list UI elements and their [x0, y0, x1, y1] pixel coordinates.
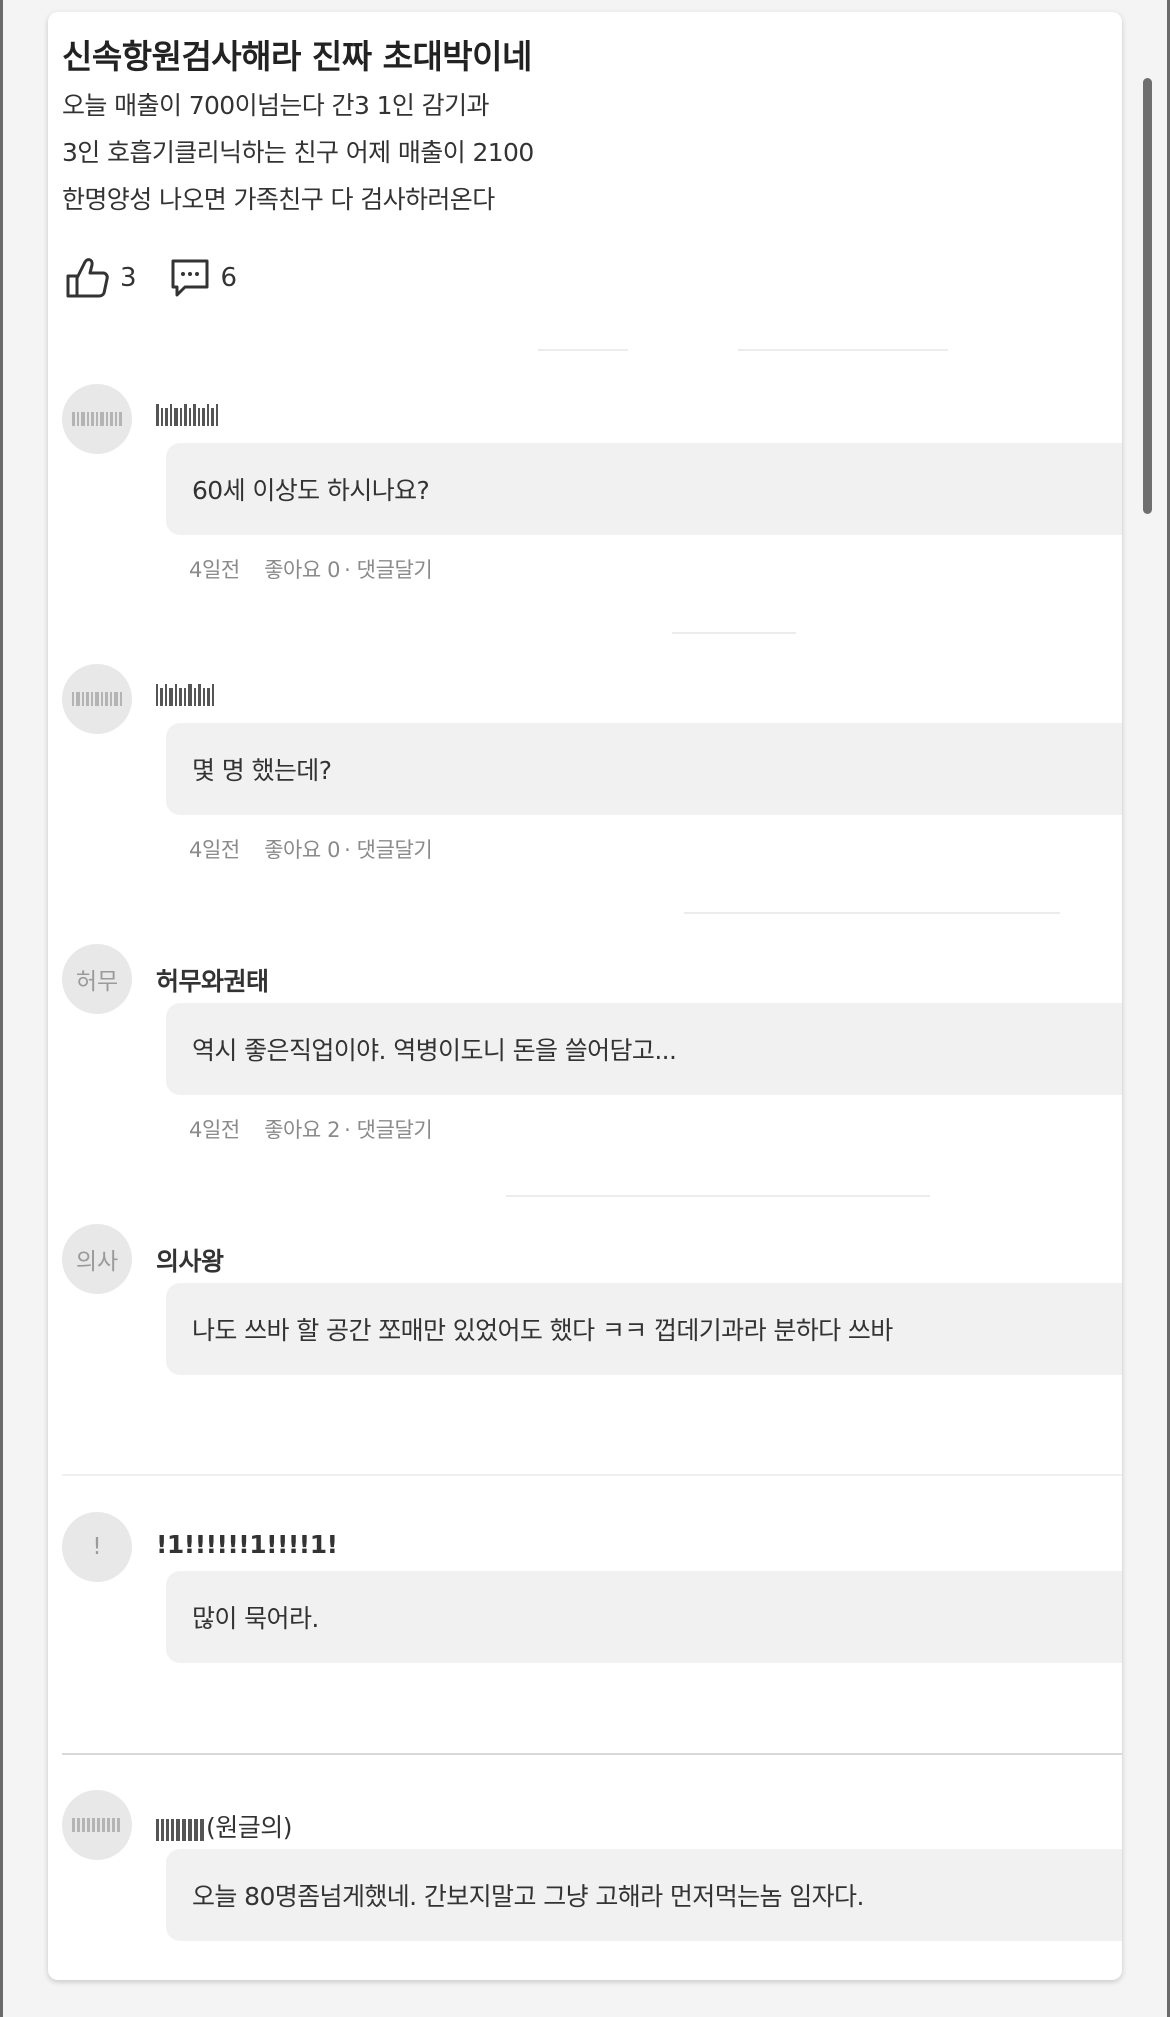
comment-text: 나도 쓰바 할 공간 쪼매만 있었어도 했다 ㅋㅋ 껍데기과라 분하다 쓰바: [166, 1283, 1122, 1375]
avatar[interactable]: 허무: [62, 944, 132, 1014]
comment-like-button[interactable]: 좋아요 2: [264, 1118, 340, 1142]
faint-line: [506, 1195, 930, 1197]
comment-time: 4일전: [189, 1118, 240, 1142]
post-body-line: 한명양성 나오면 가족친구 다 검사하러온다: [62, 185, 495, 214]
comment-text: 60세 이상도 하시나요?: [166, 443, 1122, 535]
avatar[interactable]: [62, 664, 132, 734]
post-body-line: 3인 호흡기클리닉하는 친구 어제 매출이 2100: [62, 138, 534, 167]
comment-time: 4일전: [189, 838, 240, 862]
post-body-line: 오늘 매출이 700이넘는다 간3 1인 감기과: [62, 91, 489, 120]
censored-name-icon: [156, 684, 214, 706]
comment-item: ! !1!!!!!!1!!!!1! 많이 묵어라.: [62, 1512, 1122, 1682]
username[interactable]: [156, 402, 218, 432]
faint-line: [62, 1474, 1122, 1476]
post-title: 신속항원검사해라 진짜 초대박이네: [62, 37, 532, 76]
like-button[interactable]: 3: [64, 256, 137, 300]
comment-button[interactable]: 6: [169, 257, 238, 299]
scrollbar-thumb[interactable]: [1143, 78, 1152, 514]
reply-button[interactable]: 댓글달기: [357, 558, 433, 582]
thumbs-up-icon: [64, 256, 110, 300]
avatar[interactable]: [62, 384, 132, 454]
faint-line: [538, 349, 628, 351]
username[interactable]: (원글의): [156, 1808, 293, 1844]
faint-line: [684, 912, 958, 914]
comment-item: (원글의) 오늘 80명좀넘게했네. 간보지말고 그냥 고해라 먼저먹는놈 임자…: [62, 1790, 1122, 1960]
censored-name-icon: [72, 412, 122, 426]
comment-meta: 4일전 좋아요 0 · 댓글달기: [189, 558, 433, 582]
comment-text: 몇 명 했는데?: [166, 723, 1122, 815]
comment-text: 역시 좋은직업이야. 역병이도니 돈을 쓸어담고...: [166, 1003, 1122, 1095]
comment-text: 오늘 80명좀넘게했네. 간보지말고 그냥 고해라 먼저먹는놈 임자다.: [166, 1849, 1122, 1941]
faint-line: [940, 912, 1060, 914]
speech-bubble-icon: [169, 257, 211, 299]
comment-text: 많이 묵어라.: [166, 1571, 1122, 1663]
comment-like-button[interactable]: 좋아요 0: [264, 558, 340, 582]
avatar[interactable]: 의사: [62, 1224, 132, 1294]
comment-count: 6: [220, 263, 238, 293]
post-reactions: 3 6: [64, 256, 259, 300]
censored-name-icon: [156, 1819, 204, 1841]
like-count: 3: [120, 263, 137, 293]
censored-name-icon: [72, 1818, 120, 1832]
avatar[interactable]: !: [62, 1512, 132, 1582]
post-body: 오늘 매출이 700이넘는다 간3 1인 감기과 3인 호흡기클리닉하는 친구 …: [62, 82, 534, 223]
comment-like-button[interactable]: 좋아요 0: [264, 838, 340, 862]
censored-name-icon: [156, 404, 218, 426]
comment-item: 허무 허무와권태 역시 좋은직업이야. 역병이도니 돈을 쓸어담고... 4일전…: [62, 944, 1122, 1144]
comment-item: 60세 이상도 하시나요? 4일전 좋아요 0 · 댓글달기: [62, 384, 1122, 584]
reply-button[interactable]: 댓글달기: [357, 1118, 433, 1142]
faint-line: [672, 632, 796, 634]
post-card: 신속항원검사해라 진짜 초대박이네 오늘 매출이 700이넘는다 간3 1인 감…: [48, 12, 1122, 1980]
avatar[interactable]: [62, 1790, 132, 1860]
comment-item: 몇 명 했는데? 4일전 좋아요 0 · 댓글달기: [62, 664, 1122, 864]
faint-line: [738, 349, 948, 351]
username[interactable]: [156, 682, 218, 712]
username[interactable]: !1!!!!!!1!!!!1!: [156, 1530, 338, 1559]
comment-time: 4일전: [189, 558, 240, 582]
comment-meta: 4일전 좋아요 0 · 댓글달기: [189, 838, 433, 862]
censored-name-icon: [72, 692, 122, 706]
comment-item: 의사 의사왕 나도 쓰바 할 공간 쪼매만 있었어도 했다 ㅋㅋ 껍데기과라 분…: [62, 1224, 1122, 1394]
username[interactable]: 의사왕: [156, 1242, 224, 1278]
author-reply-divider: [62, 1753, 1122, 1755]
comment-meta: 4일전 좋아요 2 · 댓글달기: [189, 1118, 433, 1142]
reply-button[interactable]: 댓글달기: [357, 838, 433, 862]
author-tag: (원글의): [206, 1813, 293, 1842]
window-frame-left: [0, 0, 3, 2017]
username[interactable]: 허무와권태: [156, 962, 269, 998]
